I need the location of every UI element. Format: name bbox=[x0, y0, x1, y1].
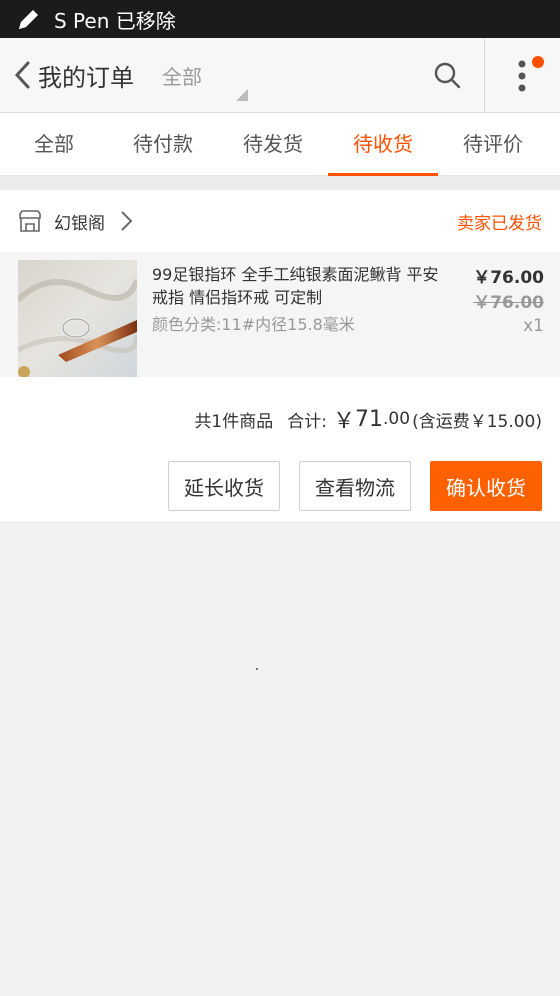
order-filter-label: 全部 bbox=[162, 64, 202, 89]
shipping-fee: (含运费￥15.00) bbox=[412, 411, 542, 432]
product-thumbnail[interactable] bbox=[18, 260, 137, 377]
loading-dot bbox=[256, 668, 258, 670]
tab-pending-shipment[interactable]: 待发货 bbox=[218, 113, 328, 175]
total-currency: ￥ bbox=[333, 409, 356, 434]
product-original-price: ￥76.00 bbox=[473, 293, 544, 313]
status-text: S Pen 已移除 bbox=[54, 8, 176, 33]
empty-area bbox=[0, 523, 560, 996]
notification-dot bbox=[532, 56, 544, 68]
shop-icon bbox=[19, 210, 41, 232]
status-bar: S Pen 已移除 bbox=[0, 0, 560, 38]
nav-divider bbox=[484, 38, 485, 113]
more-vertical-icon[interactable] bbox=[508, 54, 544, 98]
pen-icon bbox=[19, 10, 38, 29]
shop-name[interactable]: 幻银阁 bbox=[54, 209, 105, 234]
chevron-left-icon[interactable] bbox=[8, 57, 36, 93]
tab-all[interactable]: 全部 bbox=[0, 113, 108, 175]
product-spec: 颜色分类:11#内径15.8毫米 bbox=[152, 315, 355, 334]
order-actions: 延长收货 查看物流 确认收货 bbox=[0, 461, 560, 523]
page-title: 我的订单 bbox=[38, 63, 134, 92]
product-price: ￥76.00 bbox=[473, 268, 544, 288]
dropdown-corner-icon bbox=[236, 89, 248, 101]
tab-pending-payment[interactable]: 待付款 bbox=[108, 113, 218, 175]
confirm-receipt-button[interactable]: 确认收货 bbox=[430, 461, 542, 511]
tab-pending-review[interactable]: 待评价 bbox=[438, 113, 548, 175]
item-count: 共1件商品 bbox=[194, 411, 274, 432]
order-filter-dropdown[interactable]: 全部 bbox=[162, 55, 252, 101]
shop-header[interactable]: 幻银阁 卖家已发货 bbox=[0, 190, 560, 252]
product-title[interactable]: 99足银指环 全手工纯银素面泥鳅背 平安戒指 情侣指环戒 可定制 bbox=[152, 263, 442, 309]
tab-pending-receipt[interactable]: 待收货 bbox=[328, 113, 438, 176]
search-icon[interactable] bbox=[432, 60, 462, 90]
view-logistics-button[interactable]: 查看物流 bbox=[299, 461, 411, 511]
order-status-tabs: 全部 待付款 待发货 待收货 待评价 bbox=[0, 113, 560, 176]
total-label: 合计: bbox=[287, 411, 327, 432]
product-quantity: x1 bbox=[523, 316, 544, 336]
total-amount-dec: .00 bbox=[383, 409, 411, 429]
total-amount-int: 71 bbox=[355, 406, 384, 432]
extend-receipt-button[interactable]: 延长收货 bbox=[168, 461, 280, 511]
order-summary: 共1件商品 合计: ￥ 71 .00 (含运费￥15.00) bbox=[0, 377, 560, 461]
section-gap bbox=[0, 176, 560, 190]
order-status-badge: 卖家已发货 bbox=[457, 213, 542, 234]
chevron-right-icon bbox=[121, 211, 133, 231]
order-card: 幻银阁 卖家已发货 99足银指环 全手工纯银素面泥鳅背 平安戒指 情侣指环戒 可… bbox=[0, 190, 560, 523]
nav-bar: 我的订单 全部 bbox=[0, 38, 560, 113]
order-item[interactable]: 99足银指环 全手工纯银素面泥鳅背 平安戒指 情侣指环戒 可定制 颜色分类:11… bbox=[0, 252, 560, 377]
